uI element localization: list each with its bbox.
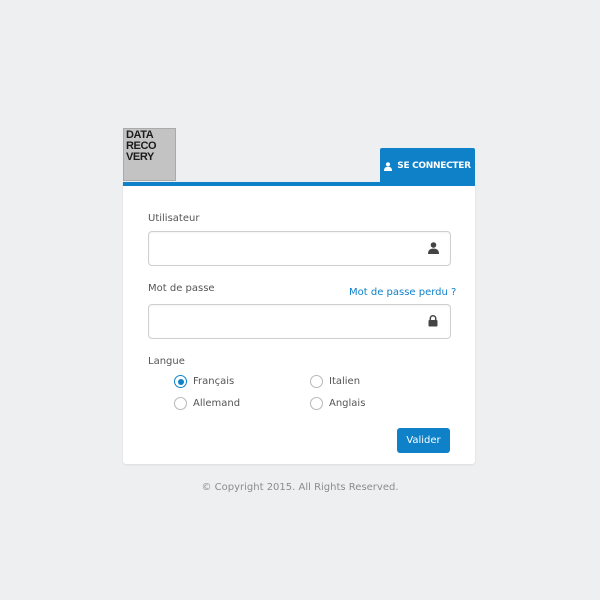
radio-unchecked-icon[interactable] (310, 397, 323, 410)
password-field-wrapper (148, 304, 451, 339)
password-label: Mot de passe (148, 283, 215, 294)
language-option-francais[interactable]: Français (174, 375, 234, 388)
lock-icon (426, 314, 440, 328)
tab-login-label: SE CONNECTER (397, 161, 471, 171)
radio-checked-icon[interactable] (174, 375, 187, 388)
language-option-label: Allemand (193, 398, 241, 409)
language-option-allemand[interactable]: Allemand (174, 397, 240, 410)
copyright-text: © Copyright 2015. All Rights Reserved. (201, 482, 399, 493)
login-card: Utilisateur Mot de passe Mot de passe pe… (123, 182, 475, 464)
language-option-label: Italien (329, 376, 361, 387)
username-input[interactable] (149, 232, 419, 265)
password-input[interactable] (149, 305, 419, 338)
brand-logo: DATA RECO VERY (123, 128, 176, 181)
language-option-label: Français (193, 376, 235, 387)
logo-line-3: VERY (126, 151, 154, 163)
language-option-anglais[interactable]: Anglais (310, 397, 365, 410)
tab-login[interactable]: SE CONNECTER (380, 148, 475, 184)
forgot-password-link[interactable]: Mot de passe perdu ? (349, 287, 456, 298)
language-option-label: Anglais (329, 398, 366, 409)
radio-unchecked-icon[interactable] (310, 375, 323, 388)
language-option-italien[interactable]: Italien (310, 375, 360, 388)
radio-unchecked-icon[interactable] (174, 397, 187, 410)
language-label: Langue (148, 356, 185, 367)
username-field-wrapper (148, 231, 451, 266)
user-icon (426, 241, 440, 255)
user-icon (384, 161, 393, 171)
username-label: Utilisateur (148, 213, 200, 224)
submit-button[interactable]: Valider (397, 428, 450, 453)
